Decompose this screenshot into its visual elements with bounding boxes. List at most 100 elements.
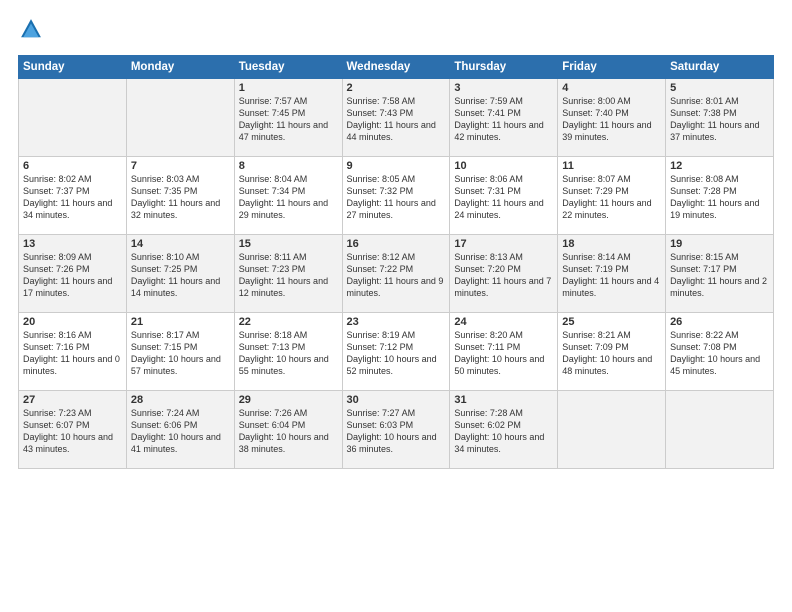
- day-cell: 10Sunrise: 8:06 AM Sunset: 7:31 PM Dayli…: [450, 157, 558, 235]
- day-number: 2: [347, 82, 446, 94]
- day-cell: 11Sunrise: 8:07 AM Sunset: 7:29 PM Dayli…: [558, 157, 666, 235]
- day-info: Sunrise: 8:10 AM Sunset: 7:25 PM Dayligh…: [131, 251, 230, 300]
- header-day-tuesday: Tuesday: [234, 56, 342, 79]
- day-cell: 6Sunrise: 8:02 AM Sunset: 7:37 PM Daylig…: [19, 157, 127, 235]
- day-cell: 27Sunrise: 7:23 AM Sunset: 6:07 PM Dayli…: [19, 391, 127, 469]
- day-cell: 25Sunrise: 8:21 AM Sunset: 7:09 PM Dayli…: [558, 313, 666, 391]
- day-number: 6: [23, 160, 122, 172]
- day-number: 10: [454, 160, 553, 172]
- day-cell: 20Sunrise: 8:16 AM Sunset: 7:16 PM Dayli…: [19, 313, 127, 391]
- day-info: Sunrise: 8:05 AM Sunset: 7:32 PM Dayligh…: [347, 173, 446, 222]
- day-info: Sunrise: 8:21 AM Sunset: 7:09 PM Dayligh…: [562, 329, 661, 378]
- day-number: 28: [131, 394, 230, 406]
- day-info: Sunrise: 8:16 AM Sunset: 7:16 PM Dayligh…: [23, 329, 122, 378]
- day-cell: 30Sunrise: 7:27 AM Sunset: 6:03 PM Dayli…: [342, 391, 450, 469]
- day-info: Sunrise: 8:17 AM Sunset: 7:15 PM Dayligh…: [131, 329, 230, 378]
- header-day-sunday: Sunday: [19, 56, 127, 79]
- day-cell: 1Sunrise: 7:57 AM Sunset: 7:45 PM Daylig…: [234, 79, 342, 157]
- day-info: Sunrise: 8:02 AM Sunset: 7:37 PM Dayligh…: [23, 173, 122, 222]
- day-cell: 14Sunrise: 8:10 AM Sunset: 7:25 PM Dayli…: [126, 235, 234, 313]
- page: SundayMondayTuesdayWednesdayThursdayFrid…: [0, 0, 792, 612]
- day-number: 14: [131, 238, 230, 250]
- day-info: Sunrise: 8:20 AM Sunset: 7:11 PM Dayligh…: [454, 329, 553, 378]
- day-info: Sunrise: 7:58 AM Sunset: 7:43 PM Dayligh…: [347, 95, 446, 144]
- day-cell: 28Sunrise: 7:24 AM Sunset: 6:06 PM Dayli…: [126, 391, 234, 469]
- day-info: Sunrise: 8:00 AM Sunset: 7:40 PM Dayligh…: [562, 95, 661, 144]
- day-number: 12: [670, 160, 769, 172]
- day-info: Sunrise: 8:14 AM Sunset: 7:19 PM Dayligh…: [562, 251, 661, 300]
- day-info: Sunrise: 8:08 AM Sunset: 7:28 PM Dayligh…: [670, 173, 769, 222]
- week-row-4: 27Sunrise: 7:23 AM Sunset: 6:07 PM Dayli…: [19, 391, 774, 469]
- day-number: 22: [239, 316, 338, 328]
- day-cell: [126, 79, 234, 157]
- day-number: 27: [23, 394, 122, 406]
- header-day-wednesday: Wednesday: [342, 56, 450, 79]
- day-number: 20: [23, 316, 122, 328]
- day-number: 18: [562, 238, 661, 250]
- day-info: Sunrise: 8:15 AM Sunset: 7:17 PM Dayligh…: [670, 251, 769, 300]
- day-info: Sunrise: 7:23 AM Sunset: 6:07 PM Dayligh…: [23, 407, 122, 456]
- day-cell: 16Sunrise: 8:12 AM Sunset: 7:22 PM Dayli…: [342, 235, 450, 313]
- day-info: Sunrise: 8:07 AM Sunset: 7:29 PM Dayligh…: [562, 173, 661, 222]
- day-cell: 8Sunrise: 8:04 AM Sunset: 7:34 PM Daylig…: [234, 157, 342, 235]
- day-cell: 13Sunrise: 8:09 AM Sunset: 7:26 PM Dayli…: [19, 235, 127, 313]
- day-info: Sunrise: 8:04 AM Sunset: 7:34 PM Dayligh…: [239, 173, 338, 222]
- day-number: 26: [670, 316, 769, 328]
- day-cell: 4Sunrise: 8:00 AM Sunset: 7:40 PM Daylig…: [558, 79, 666, 157]
- day-info: Sunrise: 8:09 AM Sunset: 7:26 PM Dayligh…: [23, 251, 122, 300]
- day-number: 16: [347, 238, 446, 250]
- day-info: Sunrise: 8:01 AM Sunset: 7:38 PM Dayligh…: [670, 95, 769, 144]
- day-cell: 7Sunrise: 8:03 AM Sunset: 7:35 PM Daylig…: [126, 157, 234, 235]
- day-number: 17: [454, 238, 553, 250]
- week-row-0: 1Sunrise: 7:57 AM Sunset: 7:45 PM Daylig…: [19, 79, 774, 157]
- day-cell: 12Sunrise: 8:08 AM Sunset: 7:28 PM Dayli…: [666, 157, 774, 235]
- day-cell: 2Sunrise: 7:58 AM Sunset: 7:43 PM Daylig…: [342, 79, 450, 157]
- day-cell: 18Sunrise: 8:14 AM Sunset: 7:19 PM Dayli…: [558, 235, 666, 313]
- day-info: Sunrise: 8:22 AM Sunset: 7:08 PM Dayligh…: [670, 329, 769, 378]
- day-info: Sunrise: 8:18 AM Sunset: 7:13 PM Dayligh…: [239, 329, 338, 378]
- day-info: Sunrise: 7:26 AM Sunset: 6:04 PM Dayligh…: [239, 407, 338, 456]
- day-cell: 23Sunrise: 8:19 AM Sunset: 7:12 PM Dayli…: [342, 313, 450, 391]
- day-number: 8: [239, 160, 338, 172]
- day-cell: 17Sunrise: 8:13 AM Sunset: 7:20 PM Dayli…: [450, 235, 558, 313]
- day-info: Sunrise: 7:27 AM Sunset: 6:03 PM Dayligh…: [347, 407, 446, 456]
- day-cell: 29Sunrise: 7:26 AM Sunset: 6:04 PM Dayli…: [234, 391, 342, 469]
- day-cell: 22Sunrise: 8:18 AM Sunset: 7:13 PM Dayli…: [234, 313, 342, 391]
- day-cell: 5Sunrise: 8:01 AM Sunset: 7:38 PM Daylig…: [666, 79, 774, 157]
- day-number: 13: [23, 238, 122, 250]
- week-row-2: 13Sunrise: 8:09 AM Sunset: 7:26 PM Dayli…: [19, 235, 774, 313]
- day-number: 11: [562, 160, 661, 172]
- day-number: 29: [239, 394, 338, 406]
- day-info: Sunrise: 8:06 AM Sunset: 7:31 PM Dayligh…: [454, 173, 553, 222]
- day-cell: 3Sunrise: 7:59 AM Sunset: 7:41 PM Daylig…: [450, 79, 558, 157]
- day-info: Sunrise: 8:11 AM Sunset: 7:23 PM Dayligh…: [239, 251, 338, 300]
- day-number: 24: [454, 316, 553, 328]
- week-row-3: 20Sunrise: 8:16 AM Sunset: 7:16 PM Dayli…: [19, 313, 774, 391]
- day-info: Sunrise: 8:12 AM Sunset: 7:22 PM Dayligh…: [347, 251, 446, 300]
- day-cell: 24Sunrise: 8:20 AM Sunset: 7:11 PM Dayli…: [450, 313, 558, 391]
- day-info: Sunrise: 7:59 AM Sunset: 7:41 PM Dayligh…: [454, 95, 553, 144]
- day-number: 19: [670, 238, 769, 250]
- day-info: Sunrise: 8:19 AM Sunset: 7:12 PM Dayligh…: [347, 329, 446, 378]
- day-cell: 31Sunrise: 7:28 AM Sunset: 6:02 PM Dayli…: [450, 391, 558, 469]
- day-info: Sunrise: 8:13 AM Sunset: 7:20 PM Dayligh…: [454, 251, 553, 300]
- header: [18, 18, 774, 45]
- day-number: 25: [562, 316, 661, 328]
- header-day-saturday: Saturday: [666, 56, 774, 79]
- header-day-friday: Friday: [558, 56, 666, 79]
- day-info: Sunrise: 7:57 AM Sunset: 7:45 PM Dayligh…: [239, 95, 338, 144]
- header-row: SundayMondayTuesdayWednesdayThursdayFrid…: [19, 56, 774, 79]
- day-number: 9: [347, 160, 446, 172]
- logo-icon: [20, 18, 42, 40]
- day-cell: 9Sunrise: 8:05 AM Sunset: 7:32 PM Daylig…: [342, 157, 450, 235]
- day-number: 31: [454, 394, 553, 406]
- header-day-monday: Monday: [126, 56, 234, 79]
- day-number: 4: [562, 82, 661, 94]
- day-info: Sunrise: 7:24 AM Sunset: 6:06 PM Dayligh…: [131, 407, 230, 456]
- day-cell: [558, 391, 666, 469]
- day-number: 30: [347, 394, 446, 406]
- day-number: 3: [454, 82, 553, 94]
- week-row-1: 6Sunrise: 8:02 AM Sunset: 7:37 PM Daylig…: [19, 157, 774, 235]
- calendar-table: SundayMondayTuesdayWednesdayThursdayFrid…: [18, 55, 774, 469]
- day-number: 5: [670, 82, 769, 94]
